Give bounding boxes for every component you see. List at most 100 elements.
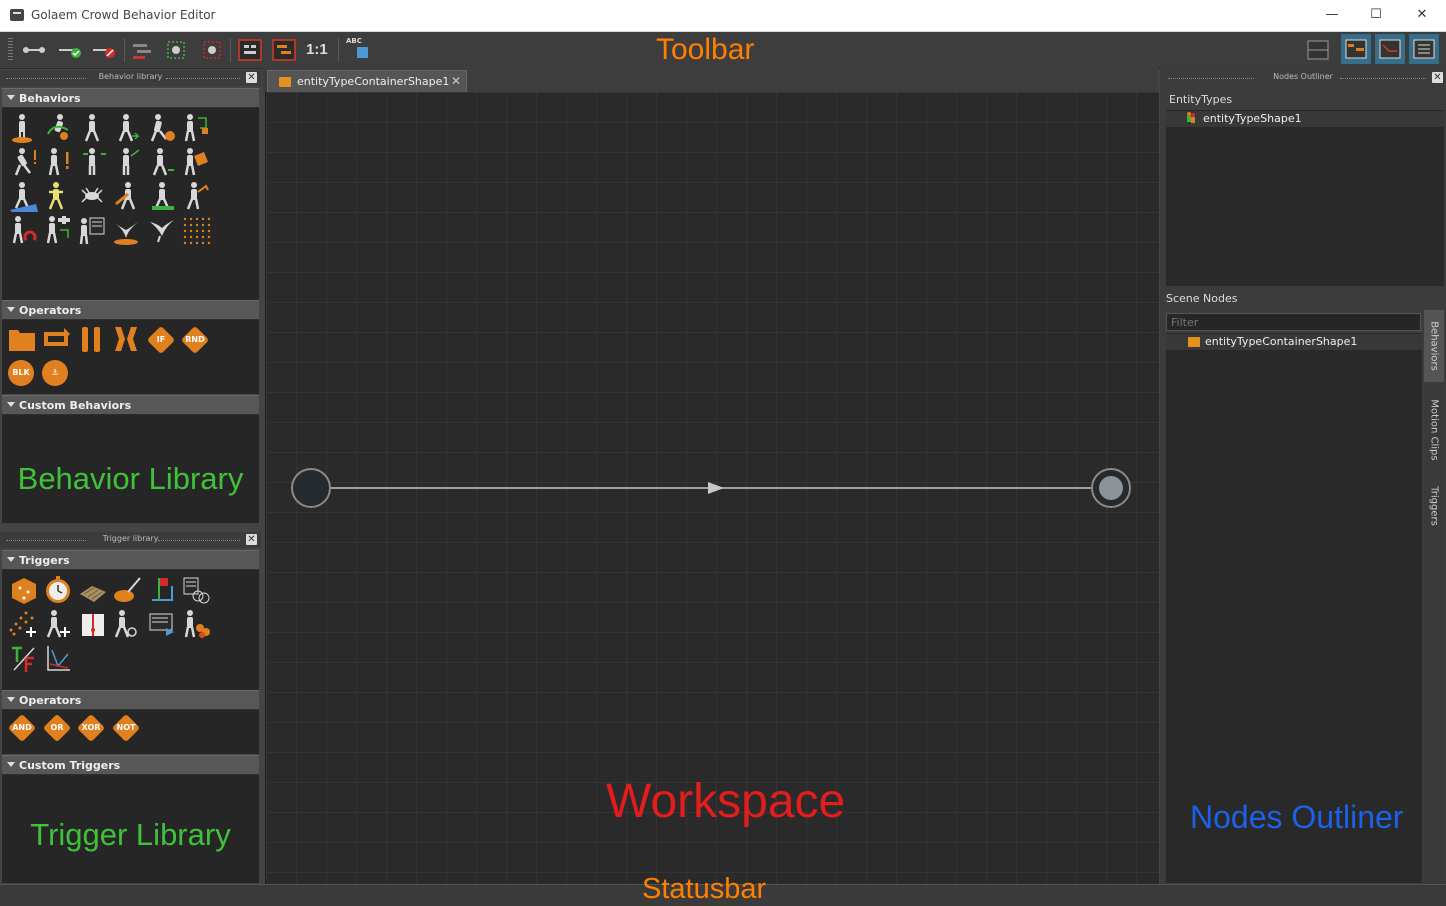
- side-tab-behaviors[interactable]: Behaviors: [1424, 310, 1444, 382]
- behavior-operators-section-header[interactable]: Operators: [2, 300, 259, 320]
- toolbar-annotation: Toolbar: [656, 33, 755, 66]
- outliner-side-tabs: Behaviors Motion Clips Triggers: [1424, 310, 1444, 884]
- custom-behaviors-area: Behavior Library: [2, 415, 259, 523]
- trigger-icon-book: [82, 614, 104, 636]
- workspace-canvas[interactable]: Workspace: [265, 92, 1159, 884]
- collapse-triangle-icon: [7, 307, 15, 312]
- or-label: OR: [50, 723, 64, 732]
- workspace-tab-bar: entityTypeContainerShape1 ✕: [263, 68, 1158, 92]
- not-operator-icon[interactable]: NOT: [111, 713, 141, 743]
- anchor-operator-icon[interactable]: ⚓: [42, 360, 68, 386]
- triggers-section-title: Triggers: [19, 554, 70, 567]
- loop-operator-icon[interactable]: [42, 326, 72, 352]
- filter-input-box[interactable]: [1166, 313, 1421, 331]
- and-operator-icon[interactable]: AND: [7, 713, 37, 743]
- add-exit-node-icon[interactable]: [90, 36, 118, 64]
- align-nodes-icon[interactable]: [128, 36, 156, 64]
- side-tab-triggers[interactable]: Triggers: [1424, 476, 1444, 536]
- outliner-layout-icon: [1413, 39, 1435, 59]
- side-tab-motion-clips[interactable]: Motion Clips: [1424, 390, 1444, 470]
- workspace-annotation: Workspace: [606, 775, 846, 828]
- connect-nodes-icon[interactable]: [20, 36, 48, 64]
- behavior-icon-motion: [150, 114, 175, 142]
- if-operator-icon[interactable]: IF: [146, 325, 176, 355]
- toolbar: 1:1 ABC Toolbar: [0, 32, 1446, 69]
- frame-selection-icon[interactable]: [270, 36, 298, 64]
- if-label: IF: [156, 335, 166, 344]
- parallel-operator-icon[interactable]: [78, 326, 106, 352]
- trigger-icon-perception: [46, 610, 70, 638]
- entity-type-icon: [1187, 112, 1195, 123]
- zoom-reset-button[interactable]: 1:1: [306, 41, 328, 58]
- tab-entity-type-container[interactable]: entityTypeContainerShape1 ✕: [267, 70, 467, 92]
- header-grip[interactable]: [166, 78, 240, 80]
- close-tab-icon[interactable]: ✕: [451, 74, 461, 88]
- layout-outliner-button[interactable]: [1409, 34, 1439, 64]
- custom-behaviors-title: Custom Behaviors: [19, 399, 132, 412]
- folder-icon: [279, 77, 291, 87]
- workspace-layout-icon: [1379, 39, 1401, 59]
- toolbar-separator: [338, 38, 339, 62]
- tree-item-scene-node[interactable]: entityTypeContainerShape1: [1166, 334, 1422, 350]
- behavior-icon-goto: [12, 114, 32, 143]
- exit-node-core: [1099, 476, 1123, 500]
- select-all-icon[interactable]: [162, 36, 190, 64]
- trigger-operators-title: Operators: [19, 694, 82, 707]
- entity-types-tree: entityTypeShape1: [1166, 110, 1444, 286]
- close-panel-icon[interactable]: ✕: [1432, 72, 1443, 83]
- frame-all-icon[interactable]: [236, 36, 264, 64]
- container-operator-icon[interactable]: [8, 326, 36, 352]
- toolbar-grip[interactable]: [8, 38, 13, 62]
- collapse-triangle-icon: [7, 762, 15, 767]
- not-label: NOT: [116, 723, 136, 732]
- behavior-icon-fly: [114, 222, 138, 245]
- behavior-icon-crawl: [81, 187, 103, 203]
- close-window-button[interactable]: ✕: [1402, 3, 1442, 27]
- tree-item-entity-type[interactable]: entityTypeShape1: [1166, 111, 1444, 127]
- layout-single-icon[interactable]: [1304, 36, 1332, 64]
- trigger-icon-population: [184, 610, 210, 638]
- maximize-button[interactable]: ☐: [1356, 3, 1396, 27]
- library-layout-icon: [1345, 39, 1367, 59]
- app-icon: [10, 9, 24, 21]
- trigger-icon-curve: [47, 646, 70, 671]
- trigger-icon-random: [12, 578, 36, 604]
- header-grip[interactable]: [158, 540, 240, 542]
- add-entry-node-icon[interactable]: [56, 36, 84, 64]
- behavior-icon-jump: [83, 148, 106, 175]
- random-operator-icon[interactable]: RND: [180, 325, 210, 355]
- close-panel-icon[interactable]: ✕: [246, 72, 257, 83]
- trigger-library-annotation: Trigger Library: [30, 817, 231, 852]
- layout-workspace-button[interactable]: [1375, 34, 1405, 64]
- block-operator-icon[interactable]: BLK: [8, 360, 34, 386]
- trigger-icons[interactable]: [2, 570, 259, 680]
- custom-behaviors-section-header[interactable]: Custom Behaviors: [2, 395, 259, 415]
- layout-library-button[interactable]: [1341, 34, 1371, 64]
- trigger-operators-section-header[interactable]: Operators: [2, 690, 259, 710]
- trigger-icon-timer: [46, 576, 70, 603]
- xor-label: XOR: [81, 723, 101, 732]
- custom-triggers-section-header[interactable]: Custom Triggers: [2, 755, 259, 775]
- behavior-library-annotation: Behavior Library: [17, 461, 244, 496]
- toggle-labels-icon[interactable]: ABC: [346, 36, 372, 64]
- trigger-icon-event-dialog: [149, 613, 174, 636]
- close-panel-icon[interactable]: ✕: [246, 534, 257, 545]
- deselect-icon[interactable]: [198, 36, 226, 64]
- xor-operator-icon[interactable]: XOR: [76, 713, 106, 743]
- entity-type-label: entityTypeShape1: [1203, 112, 1302, 125]
- trigger-library-header: Trigger library ✕: [0, 532, 261, 548]
- behavior-icon-walk: [152, 148, 174, 176]
- trigger-icon-terrain: [80, 586, 106, 602]
- triggers-section-header[interactable]: Triggers: [2, 550, 259, 570]
- header-grip[interactable]: [1340, 78, 1426, 80]
- or-operator-icon[interactable]: OR: [42, 713, 72, 743]
- minimize-button[interactable]: —: [1312, 3, 1352, 27]
- collapse-triangle-icon: [7, 95, 15, 100]
- behavior-icon-ragdoll: [14, 148, 36, 176]
- filter-input[interactable]: [1167, 314, 1420, 330]
- behaviors-section-header[interactable]: Behaviors: [2, 88, 259, 108]
- behavior-icon-pose: [48, 182, 64, 210]
- sequence-operator-icon[interactable]: [112, 326, 140, 352]
- behavior-icons[interactable]: [2, 108, 259, 258]
- entry-node: [291, 468, 331, 508]
